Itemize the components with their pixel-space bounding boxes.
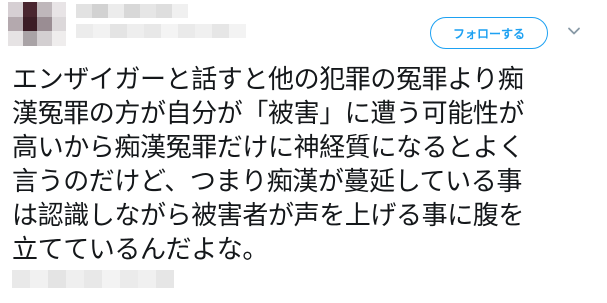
censor-pixel [108,4,124,18]
censor-pixel [110,24,127,38]
censor-pixel [8,2,23,17]
censor-pixel [22,2,37,17]
display-name-censored [76,4,188,18]
censor-pixel [144,24,161,38]
censor-pixel [178,24,195,38]
censor-pixel [76,24,93,38]
censor-pixel [48,270,66,288]
censor-pixel [76,4,92,18]
censor-pixel [156,270,174,288]
censor-pixel [229,24,246,38]
censor-pixel [8,31,23,46]
censor-pixel [92,4,108,18]
timestamp-censored [12,270,174,288]
chevron-down-icon[interactable] [567,24,581,38]
censor-pixel [51,16,66,32]
censor-pixel [120,270,138,288]
censor-pixel [212,24,229,38]
censor-pixel [161,24,178,38]
censor-pixel [37,31,52,46]
censor-pixel [8,16,23,32]
censor-pixel [127,24,144,38]
censor-pixel [172,4,188,18]
handle-censored [76,24,246,38]
tweet-card: フォローする エンザイガーと話すと他の犯罪の冤罪より痴 漢冤罪の方が自分が「被害… [0,0,607,303]
censor-pixel [156,4,172,18]
censor-pixel [84,270,102,288]
censor-pixel [93,24,110,38]
censor-pixel [30,270,48,288]
tweet-text: エンザイガーと話すと他の犯罪の冤罪より痴 漢冤罪の方が自分が「被害」に遭う可能性… [12,65,525,265]
censor-pixel [195,24,212,38]
censor-pixel [51,2,66,17]
censor-pixel [12,270,30,288]
censor-pixel [22,31,37,46]
follow-button[interactable]: フォローする [430,17,548,49]
censor-pixel [102,270,120,288]
censor-pixel [51,31,66,46]
censor-pixel [37,2,52,17]
avatar[interactable] [8,2,66,46]
censor-pixel [66,270,84,288]
censor-pixel [22,16,37,32]
censor-pixel [124,4,140,18]
censor-pixel [138,270,156,288]
censor-pixel [37,16,52,32]
censor-pixel [140,4,156,18]
